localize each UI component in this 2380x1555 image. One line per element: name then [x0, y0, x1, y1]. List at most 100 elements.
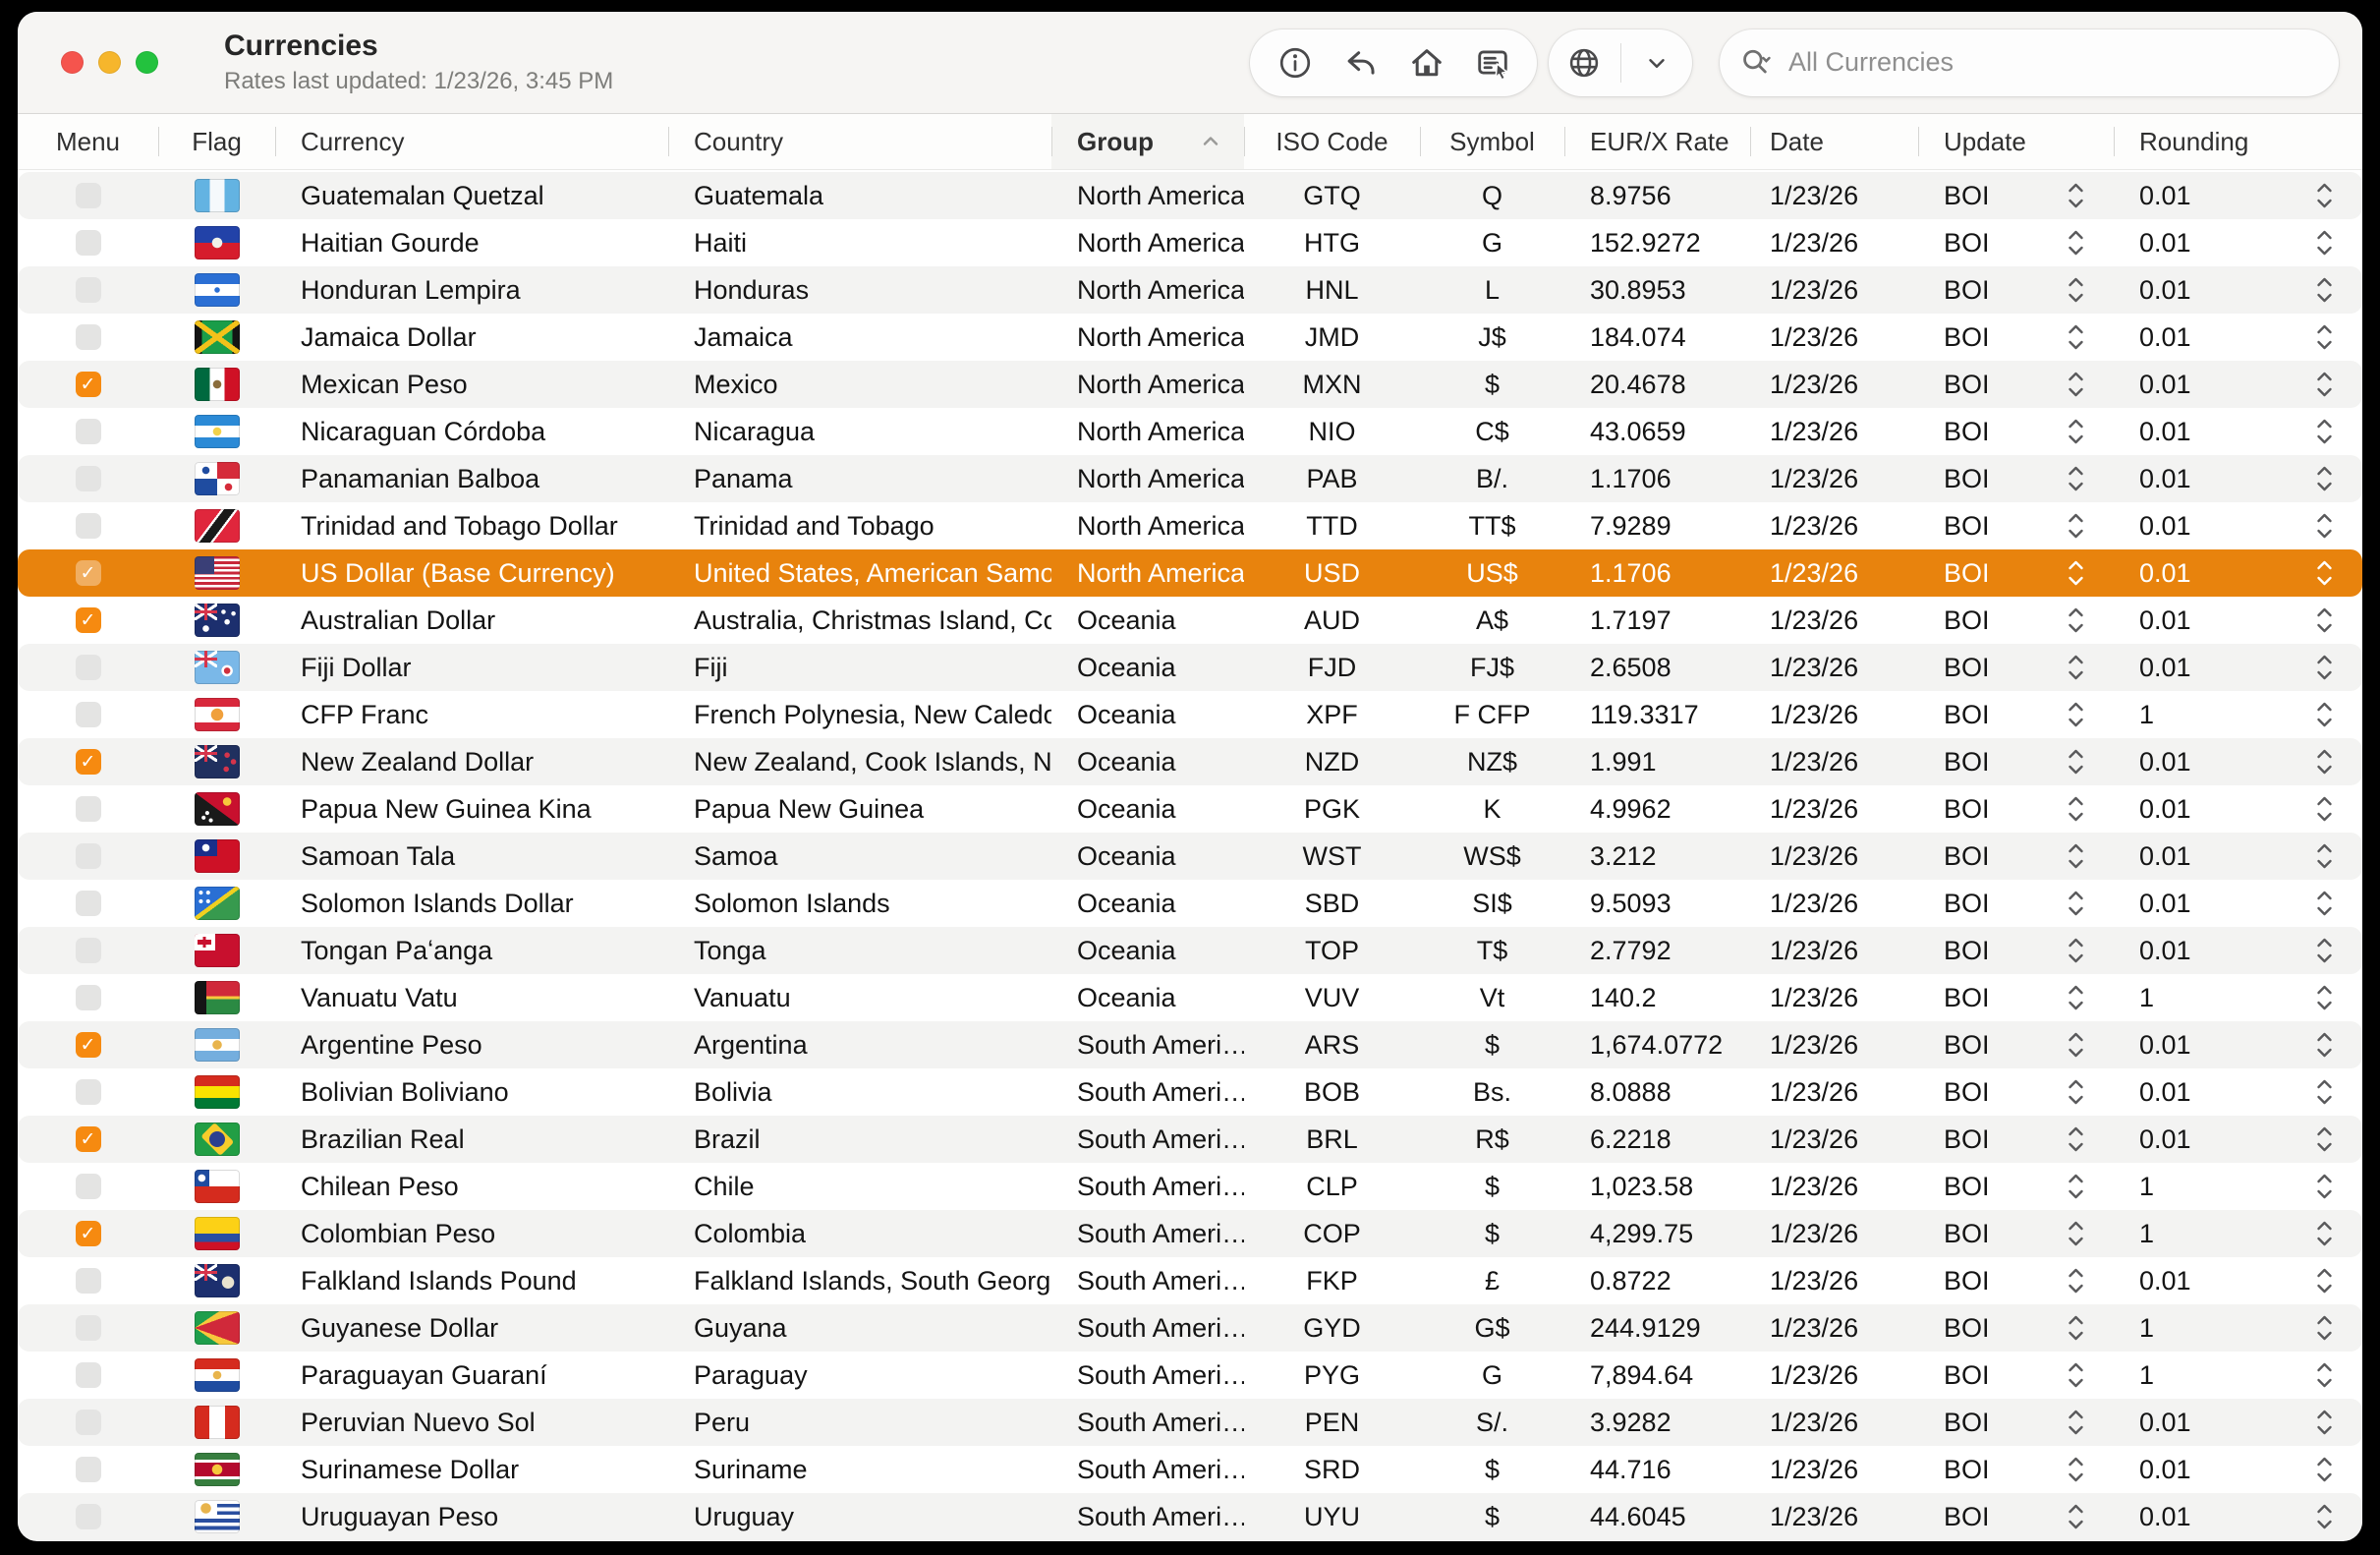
rounding-stepper[interactable]: [2316, 605, 2333, 635]
row-checkbox[interactable]: ✓: [76, 1126, 101, 1152]
row-checkbox[interactable]: ✓: [76, 372, 101, 397]
row-checkbox[interactable]: [76, 1174, 101, 1199]
rounding-stepper[interactable]: [2316, 558, 2333, 588]
search-input[interactable]: [1786, 46, 2319, 79]
rounding-stepper[interactable]: [2316, 1455, 2333, 1484]
column-header-flag[interactable]: Flag: [158, 114, 275, 169]
rounding-stepper[interactable]: [2316, 1408, 2333, 1437]
close-button[interactable]: [61, 51, 84, 74]
update-stepper[interactable]: [2068, 653, 2084, 682]
row-checkbox[interactable]: [76, 1504, 101, 1529]
update-stepper[interactable]: [2068, 841, 2084, 871]
row-checkbox[interactable]: [76, 1457, 101, 1482]
table-row[interactable]: ✓Australian DollarAustralia, Christmas I…: [18, 597, 2362, 644]
column-header-group[interactable]: Group: [1051, 114, 1244, 169]
table-row[interactable]: Tongan PaʻangaTongaOceaniaTOPT$2.77921/2…: [18, 927, 2362, 974]
update-stepper[interactable]: [2068, 370, 2084, 399]
table-row[interactable]: Surinamese DollarSurinameSouth Ameri…SRD…: [18, 1446, 2362, 1493]
update-stepper[interactable]: [2068, 747, 2084, 777]
table-row[interactable]: ✓US Dollar (Base Currency)United States,…: [18, 549, 2362, 597]
row-checkbox[interactable]: [76, 1315, 101, 1341]
rounding-stepper[interactable]: [2316, 1219, 2333, 1248]
row-checkbox[interactable]: [76, 324, 101, 350]
row-checkbox[interactable]: [76, 277, 101, 303]
row-checkbox[interactable]: ✓: [76, 607, 101, 633]
table-row[interactable]: Nicaraguan CórdobaNicaraguaNorth America…: [18, 408, 2362, 455]
table-row[interactable]: Samoan TalaSamoaOceaniaWSTWS$3.2121/23/2…: [18, 833, 2362, 880]
update-stepper[interactable]: [2068, 1360, 2084, 1390]
rounding-stepper[interactable]: [2316, 747, 2333, 777]
update-stepper[interactable]: [2068, 1077, 2084, 1107]
row-checkbox[interactable]: ✓: [76, 560, 101, 586]
table-row[interactable]: ✓New Zealand DollarNew Zealand, Cook Isl…: [18, 738, 2362, 785]
column-header-date[interactable]: Date: [1750, 114, 1918, 169]
globe-button[interactable]: [1549, 45, 1620, 81]
table-row[interactable]: CFP FrancFrench Polynesia, New Caledon…O…: [18, 691, 2362, 738]
globe-dropdown-button[interactable]: [1621, 50, 1693, 76]
rounding-stepper[interactable]: [2316, 1077, 2333, 1107]
row-checkbox[interactable]: [76, 891, 101, 916]
row-checkbox[interactable]: [76, 466, 101, 491]
column-header-symbol[interactable]: Symbol: [1420, 114, 1564, 169]
update-stepper[interactable]: [2068, 322, 2084, 352]
rounding-stepper[interactable]: [2316, 322, 2333, 352]
table-row[interactable]: Vanuatu VatuVanuatuOceaniaVUVVt140.21/23…: [18, 974, 2362, 1021]
table-row[interactable]: Peruvian Nuevo SolPeruSouth Ameri…PENS/.…: [18, 1399, 2362, 1446]
update-stepper[interactable]: [2068, 605, 2084, 635]
rounding-stepper[interactable]: [2316, 983, 2333, 1012]
row-checkbox[interactable]: [76, 1079, 101, 1105]
table-row[interactable]: Guyanese DollarGuyanaSouth Ameri…GYDG$24…: [18, 1304, 2362, 1352]
update-stepper[interactable]: [2068, 275, 2084, 305]
table-row[interactable]: Papua New Guinea KinaPapua New GuineaOce…: [18, 785, 2362, 833]
rounding-stepper[interactable]: [2316, 1172, 2333, 1201]
table-row[interactable]: ✓Colombian PesoColombiaSouth Ameri…COP$4…: [18, 1210, 2362, 1257]
rounding-stepper[interactable]: [2316, 841, 2333, 871]
table-row[interactable]: Panamanian BalboaPanamaNorth AmericaPABB…: [18, 455, 2362, 502]
update-stepper[interactable]: [2068, 558, 2084, 588]
rounding-stepper[interactable]: [2316, 1030, 2333, 1060]
update-stepper[interactable]: [2068, 1408, 2084, 1437]
rounding-stepper[interactable]: [2316, 1266, 2333, 1296]
update-stepper[interactable]: [2068, 1172, 2084, 1201]
rounding-stepper[interactable]: [2316, 275, 2333, 305]
rounding-stepper[interactable]: [2316, 1124, 2333, 1154]
update-stepper[interactable]: [2068, 1030, 2084, 1060]
row-checkbox[interactable]: ✓: [76, 749, 101, 775]
table-row[interactable]: Haitian GourdeHaitiNorth AmericaHTGG152.…: [18, 219, 2362, 266]
row-checkbox[interactable]: [76, 655, 101, 680]
row-checkbox[interactable]: [76, 985, 101, 1010]
undo-button[interactable]: [1334, 36, 1388, 89]
rounding-stepper[interactable]: [2316, 1502, 2333, 1531]
table-row[interactable]: Guatemalan QuetzalGuatemalaNorth America…: [18, 172, 2362, 219]
rounding-stepper[interactable]: [2316, 464, 2333, 493]
table-row[interactable]: Falkland Islands PoundFalkland Islands, …: [18, 1257, 2362, 1304]
info-button[interactable]: [1269, 36, 1322, 89]
row-checkbox[interactable]: [76, 843, 101, 869]
row-checkbox[interactable]: [76, 419, 101, 444]
update-stepper[interactable]: [2068, 1455, 2084, 1484]
table-row[interactable]: ✓Brazilian RealBrazilSouth Ameri…BRLR$6.…: [18, 1116, 2362, 1163]
rounding-stepper[interactable]: [2316, 228, 2333, 258]
table-row[interactable]: Uruguayan PesoUruguaySouth Ameri…UYU$44.…: [18, 1493, 2362, 1540]
rounding-stepper[interactable]: [2316, 181, 2333, 210]
row-checkbox[interactable]: [76, 1268, 101, 1294]
row-checkbox[interactable]: [76, 1410, 101, 1435]
column-header-rounding[interactable]: Rounding: [2114, 114, 2362, 169]
update-stepper[interactable]: [2068, 1124, 2084, 1154]
update-stepper[interactable]: [2068, 417, 2084, 446]
update-stepper[interactable]: [2068, 464, 2084, 493]
column-header-currency[interactable]: Currency: [275, 114, 668, 169]
row-checkbox[interactable]: [76, 230, 101, 256]
row-checkbox[interactable]: ✓: [76, 1221, 101, 1246]
table-row[interactable]: ✓Mexican PesoMexicoNorth AmericaMXN$20.4…: [18, 361, 2362, 408]
update-stepper[interactable]: [2068, 228, 2084, 258]
row-checkbox[interactable]: ✓: [76, 1032, 101, 1058]
table-row[interactable]: Honduran LempiraHondurasNorth AmericaHNL…: [18, 266, 2362, 314]
table-row[interactable]: Bolivian BolivianoBoliviaSouth Ameri…BOB…: [18, 1068, 2362, 1116]
rounding-stepper[interactable]: [2316, 417, 2333, 446]
update-stepper[interactable]: [2068, 511, 2084, 541]
update-stepper[interactable]: [2068, 889, 2084, 918]
rounding-stepper[interactable]: [2316, 794, 2333, 824]
update-stepper[interactable]: [2068, 700, 2084, 729]
update-stepper[interactable]: [2068, 1502, 2084, 1531]
